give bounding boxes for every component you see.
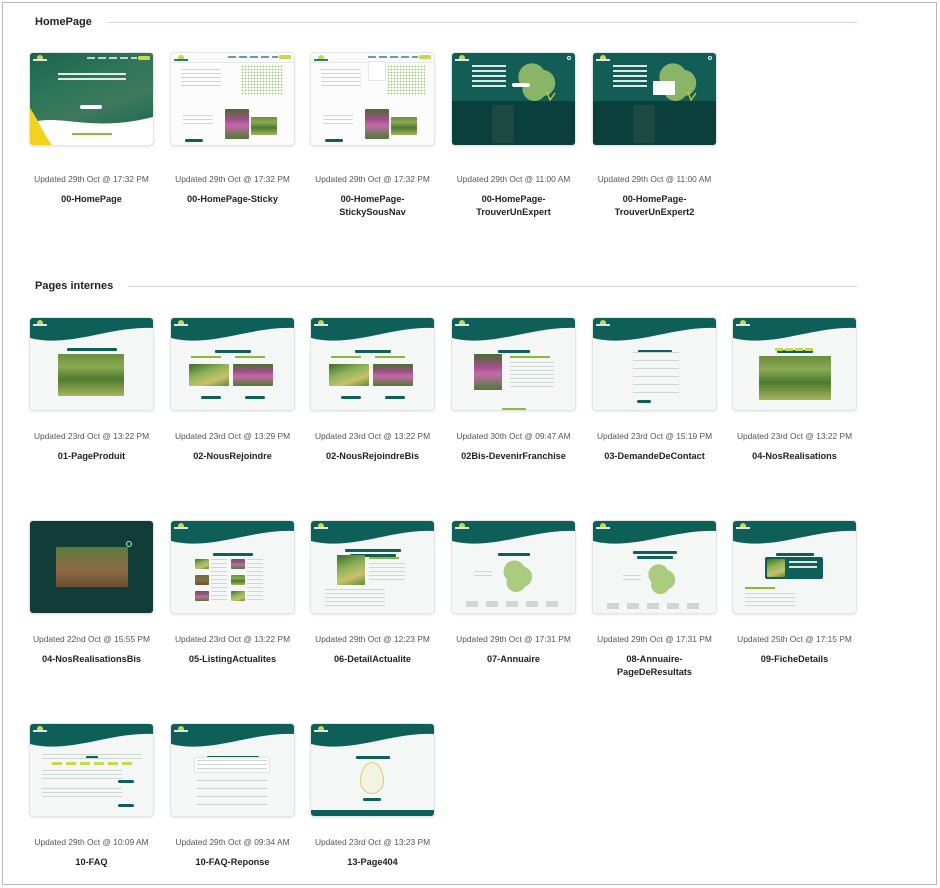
section-header-pages-internes: Pages internes bbox=[35, 280, 857, 292]
artboard-title[interactable]: 10-FAQ-Reponse bbox=[171, 856, 294, 869]
artboard-updated: Updated 29th Oct @ 11:00 AM bbox=[597, 174, 712, 184]
artboard-updated: Updated 23rd Oct @ 13:22 PM bbox=[174, 634, 291, 644]
artboard-updated: Updated 23rd Oct @ 13:22 PM bbox=[736, 431, 853, 441]
artboard-title[interactable]: 00-HomePage-TrouverUnExpert bbox=[452, 193, 575, 219]
artboard-updated: Updated 29th Oct @ 17:32 PM bbox=[315, 174, 430, 184]
artboard-thumbnail[interactable] bbox=[733, 318, 856, 410]
artboard-updated: Updated 29th Oct @ 17:31 PM bbox=[597, 634, 712, 644]
artboard-thumbnail[interactable] bbox=[30, 318, 153, 410]
artboard-updated: Updated 23rd Oct @ 13:23 PM bbox=[314, 837, 431, 847]
artboard-title[interactable]: 06-DetailActualite bbox=[311, 653, 434, 666]
artboard-thumbnail[interactable] bbox=[30, 521, 153, 613]
artboard-thumbnail[interactable] bbox=[452, 318, 575, 410]
artboard-card[interactable]: Updated 29th Oct @ 12:23 PM 06-DetailAct… bbox=[311, 521, 434, 666]
artboard-title[interactable]: 00-HomePage bbox=[30, 193, 153, 206]
artboard-thumbnail[interactable] bbox=[593, 318, 716, 410]
artboard-title[interactable]: 07-Annuaire bbox=[452, 653, 575, 666]
section-divider bbox=[128, 285, 857, 287]
artboard-thumbnail[interactable] bbox=[733, 521, 856, 613]
artboard-card[interactable]: Updated 23rd Oct @ 13:22 PM 02-NousRejoi… bbox=[311, 318, 434, 463]
artboard-updated: Updated 23rd Oct @ 15:19 PM bbox=[596, 431, 713, 441]
section-header-homepage: HomePage bbox=[35, 16, 857, 28]
artboard-title[interactable]: 01-PageProduit bbox=[30, 450, 153, 463]
artboard-card[interactable]: Updated 29th Oct @ 17:32 PM 00-HomePage-… bbox=[311, 53, 434, 219]
artboard-title[interactable]: 00-HomePage-StickySousNav bbox=[311, 193, 434, 219]
artboard-card[interactable]: Updated 29th Oct @ 17:31 PM 07-Annuaire bbox=[452, 521, 575, 666]
artboard-thumbnail[interactable] bbox=[171, 724, 294, 816]
artboard-updated: Updated 25th Oct @ 17:15 PM bbox=[737, 634, 852, 644]
artboard-title[interactable]: 02-NousRejoindre bbox=[171, 450, 294, 463]
artboard-updated: Updated 29th Oct @ 17:32 PM bbox=[175, 174, 290, 184]
artboard-updated: Updated 30th Oct @ 09:47 AM bbox=[456, 431, 571, 441]
artboard-title[interactable]: 02Bis-DevenirFranchise bbox=[452, 450, 575, 463]
artboard-title[interactable]: 13-Page404 bbox=[311, 856, 434, 869]
artboard-thumbnail[interactable] bbox=[593, 53, 716, 145]
artboard-updated: Updated 29th Oct @ 17:32 PM bbox=[34, 174, 149, 184]
artboard-thumbnail[interactable] bbox=[452, 521, 575, 613]
artboard-card[interactable]: Updated 29th Oct @ 17:32 PM 00-HomePage bbox=[30, 53, 153, 206]
artboard-updated: Updated 29th Oct @ 09:34 AM bbox=[175, 837, 290, 847]
artboard-title[interactable]: 00-HomePage-TrouverUnExpert2 bbox=[593, 193, 716, 219]
artboard-thumbnail[interactable] bbox=[452, 53, 575, 145]
artboard-title[interactable]: 04-NosRealisations bbox=[733, 450, 856, 463]
artboard-updated: Updated 29th Oct @ 17:31 PM bbox=[456, 634, 571, 644]
section-title: Pages internes bbox=[35, 280, 114, 292]
artboard-title[interactable]: 08-Annuaire-PageDeResultats bbox=[593, 653, 716, 679]
artboard-card[interactable]: Updated 25th Oct @ 17:15 PM 09-FicheDeta… bbox=[733, 521, 856, 666]
artboard-card[interactable]: Updated 23rd Oct @ 15:19 PM 03-DemandeDe… bbox=[593, 318, 716, 463]
artboard-card[interactable]: Updated 23rd Oct @ 13:29 PM 02-NousRejoi… bbox=[171, 318, 294, 463]
artboard-card[interactable]: Updated 23rd Oct @ 13:22 PM 05-ListingAc… bbox=[171, 521, 294, 666]
artboard-updated: Updated 29th Oct @ 12:23 PM bbox=[315, 634, 430, 644]
artboard-card[interactable]: Updated 23rd Oct @ 13:22 PM 04-NosRealis… bbox=[733, 318, 856, 463]
artboard-thumbnail[interactable] bbox=[30, 724, 153, 816]
artboard-thumbnail[interactable] bbox=[171, 521, 294, 613]
artboard-thumbnail[interactable] bbox=[593, 521, 716, 613]
artboard-title[interactable]: 00-HomePage-Sticky bbox=[171, 193, 294, 206]
artboard-title[interactable]: 04-NosRealisationsBis bbox=[30, 653, 153, 666]
artboard-updated: Updated 23rd Oct @ 13:29 PM bbox=[174, 431, 291, 441]
artboard-card[interactable]: Updated 29th Oct @ 10:09 AM 10-FAQ bbox=[30, 724, 153, 869]
section-title: HomePage bbox=[35, 16, 92, 28]
artboard-title[interactable]: 05-ListingActualites bbox=[171, 653, 294, 666]
artboard-title[interactable]: 03-DemandeDeContact bbox=[593, 450, 716, 463]
artboard-card[interactable]: Updated 30th Oct @ 09:47 AM 02Bis-Deveni… bbox=[452, 318, 575, 463]
artboard-updated: Updated 29th Oct @ 10:09 AM bbox=[34, 837, 149, 847]
artboard-card[interactable]: Updated 29th Oct @ 17:31 PM 08-Annuaire-… bbox=[593, 521, 716, 679]
artboard-thumbnail[interactable] bbox=[311, 521, 434, 613]
section-divider bbox=[106, 21, 857, 23]
artboard-card[interactable]: Updated 29th Oct @ 17:32 PM 00-HomePage-… bbox=[171, 53, 294, 206]
artboard-title[interactable]: 10-FAQ bbox=[30, 856, 153, 869]
artboard-thumbnail[interactable] bbox=[171, 53, 294, 145]
artboard-updated: Updated 29th Oct @ 11:00 AM bbox=[456, 174, 571, 184]
artboard-updated: Updated 23rd Oct @ 13:22 PM bbox=[33, 431, 150, 441]
artboard-thumbnail[interactable] bbox=[311, 53, 434, 145]
artboard-card[interactable]: Updated 23rd Oct @ 13:22 PM 01-PageProdu… bbox=[30, 318, 153, 463]
artboard-updated: Updated 22nd Oct @ 15:55 PM bbox=[33, 634, 150, 644]
artboard-updated: Updated 23rd Oct @ 13:22 PM bbox=[314, 431, 431, 441]
artboard-thumbnail[interactable] bbox=[311, 724, 434, 816]
artboard-thumbnail[interactable] bbox=[30, 53, 153, 145]
artboard-card[interactable]: Updated 29th Oct @ 11:00 AM 00-HomePage-… bbox=[452, 53, 575, 219]
artboard-card[interactable]: Updated 22nd Oct @ 15:55 PM 04-NosRealis… bbox=[30, 521, 153, 666]
artboard-title[interactable]: 02-NousRejoindreBis bbox=[311, 450, 434, 463]
artboard-title[interactable]: 09-FicheDetails bbox=[733, 653, 856, 666]
artboard-card[interactable]: Updated 23rd Oct @ 13:23 PM 13-Page404 bbox=[311, 724, 434, 869]
artboard-thumbnail[interactable] bbox=[171, 318, 294, 410]
artboard-card[interactable]: Updated 29th Oct @ 11:00 AM 00-HomePage-… bbox=[593, 53, 716, 219]
artboard-card[interactable]: Updated 29th Oct @ 09:34 AM 10-FAQ-Repon… bbox=[171, 724, 294, 869]
artboard-thumbnail[interactable] bbox=[311, 318, 434, 410]
